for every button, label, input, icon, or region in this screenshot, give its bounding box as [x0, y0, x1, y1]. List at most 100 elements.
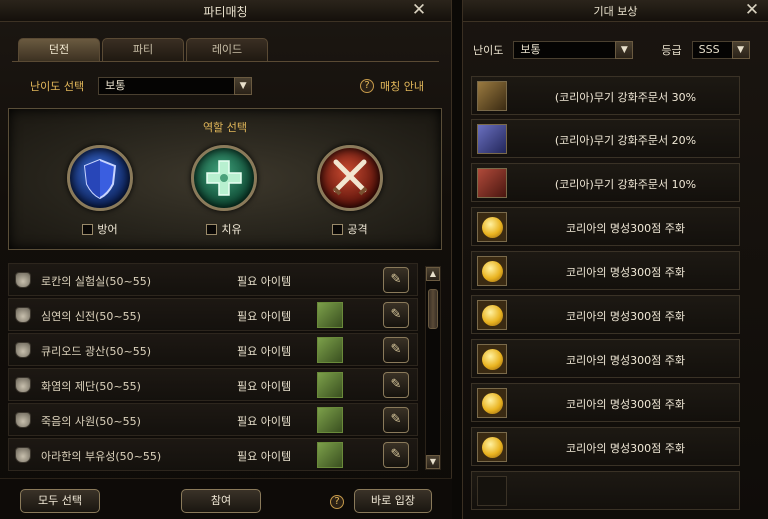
reward-row[interactable]: 코리아의 명성300점 주화: [471, 207, 740, 246]
role-defense[interactable]: 방어: [65, 145, 135, 237]
tab-party[interactable]: 파티: [102, 38, 184, 62]
pouch-icon: [15, 307, 31, 323]
pouch-icon: [15, 272, 31, 288]
gold-coin-icon[interactable]: [477, 256, 507, 286]
required-item-icon[interactable]: [317, 302, 343, 328]
reward-name: (코리아)무기 강화주문서 20%: [554, 134, 697, 147]
pouch-icon: [15, 342, 31, 358]
chevron-down-icon[interactable]: ▼: [615, 41, 634, 59]
required-item-icon[interactable]: [317, 372, 343, 398]
help-icon[interactable]: ?: [360, 79, 374, 93]
reward-row[interactable]: (코리아)무기 강화주문서 20%: [471, 119, 740, 158]
match-guide-label[interactable]: 매칭 안내: [380, 78, 424, 94]
party-window-title: 파티매칭: [203, 5, 248, 19]
dungeon-row[interactable]: 로칸의 실험실(50~55) 필요 아이템 ✎: [8, 263, 418, 296]
pouch-icon: [15, 377, 31, 393]
join-button[interactable]: 참여: [181, 489, 261, 513]
required-item-icon[interactable]: [317, 407, 343, 433]
required-item-label: 필요 아이템: [237, 275, 292, 288]
dungeon-row[interactable]: 화염의 제단(50~55) 필요 아이템 ✎: [8, 368, 418, 401]
defense-checkbox[interactable]: [82, 223, 94, 235]
tab-raid[interactable]: 레이드: [186, 38, 268, 62]
gold-coin-icon[interactable]: [477, 212, 507, 242]
tab-divider: [12, 61, 439, 62]
dungeon-info-button[interactable]: ✎: [383, 302, 409, 328]
heal-checkbox[interactable]: [206, 223, 218, 235]
role-heal[interactable]: 치유: [189, 145, 259, 237]
party-window-close-icon[interactable]: ✕: [410, 0, 428, 20]
party-window-titlebar[interactable]: 파티매칭 ✕: [0, 0, 451, 22]
reward-window-close-icon[interactable]: ✕: [743, 0, 761, 20]
gold-scroll-icon[interactable]: [477, 81, 507, 111]
help-icon[interactable]: ?: [330, 495, 344, 509]
difficulty-value: 보통: [105, 79, 126, 92]
blue-scroll-icon[interactable]: [477, 124, 507, 154]
pouch-icon: [15, 447, 31, 463]
difficulty-select[interactable]: 보통 ▼: [98, 77, 253, 95]
reward-row[interactable]: 코리아의 명성300점 주화: [471, 295, 740, 334]
grade-select[interactable]: SSS ▼: [691, 41, 750, 59]
dungeon-row[interactable]: 죽음의 사원(50~55) 필요 아이템 ✎: [8, 403, 418, 436]
scroll-down-icon[interactable]: ▼: [426, 455, 440, 469]
shield-icon[interactable]: [67, 145, 133, 211]
required-item-label: 필요 아이템: [237, 380, 292, 393]
dungeon-name: 큐리오드 광산(50~55): [41, 345, 152, 358]
dungeon-row[interactable]: 아라한의 부유성(50~55) 필요 아이템 ✎: [8, 438, 418, 471]
scroll-thumb[interactable]: [428, 289, 438, 329]
reward-name: 코리아의 명성300점 주화: [565, 222, 686, 235]
gold-coin-icon[interactable]: [477, 432, 507, 462]
reward-row[interactable]: 코리아의 명성300점 주화: [471, 339, 740, 378]
reward-difficulty-select[interactable]: 보통 ▼: [513, 41, 634, 59]
reward-row[interactable]: 코리아의 명성300점 주화: [471, 251, 740, 290]
reward-window-titlebar[interactable]: 기대 보상 ✕: [463, 0, 768, 22]
dungeon-info-button[interactable]: ✎: [383, 337, 409, 363]
dungeon-info-button[interactable]: ✎: [383, 267, 409, 293]
match-guide[interactable]: ? 매칭 안내: [360, 78, 424, 94]
reward-difficulty-label: 난이도: [473, 44, 504, 57]
grade-label: 등급: [661, 44, 682, 57]
dungeon-row[interactable]: 심연의 신전(50~55) 필요 아이템 ✎: [8, 298, 418, 331]
dungeon-info-button[interactable]: ✎: [383, 442, 409, 468]
role-attack-label: 공격: [347, 223, 368, 236]
attack-checkbox[interactable]: [332, 223, 344, 235]
dungeon-name: 죽음의 사원(50~55): [41, 415, 141, 428]
red-scroll-icon[interactable]: [477, 168, 507, 198]
gold-coin-icon[interactable]: [477, 300, 507, 330]
required-item-label: 필요 아이템: [237, 345, 292, 358]
dungeon-info-button[interactable]: ✎: [383, 407, 409, 433]
reward-row[interactable]: (코리아)무기 강화주문서 30%: [471, 76, 740, 115]
reward-filter-row: 난이도 보통 ▼ 등급 SSS ▼: [473, 41, 750, 59]
reward-name: (코리아)무기 강화주문서 10%: [554, 178, 697, 191]
dungeon-name: 심연의 신전(50~55): [41, 310, 141, 323]
required-item-label: 필요 아이템: [237, 310, 292, 323]
crossed-swords-icon[interactable]: [317, 145, 383, 211]
dungeon-info-button[interactable]: ✎: [383, 372, 409, 398]
dungeon-row[interactable]: 큐리오드 광산(50~55) 필요 아이템 ✎: [8, 333, 418, 366]
chevron-down-icon[interactable]: ▼: [234, 77, 253, 95]
gold-coin-icon[interactable]: [477, 388, 507, 418]
reward-name: 코리아의 명성300점 주화: [565, 442, 686, 455]
expected-reward-window: 기대 보상 ✕ 난이도 보통 ▼ 등급 SSS ▼ (코리아)무기 강화주문서 …: [462, 0, 768, 519]
required-item-icon[interactable]: [317, 337, 343, 363]
reward-name: 코리아의 명성300점 주화: [565, 310, 686, 323]
gold-coin-icon[interactable]: [477, 344, 507, 374]
dungeon-list-scrollbar[interactable]: ▲ ▼: [425, 266, 441, 470]
reward-name: (코리아)무기 강화주문서 30%: [554, 91, 697, 104]
scroll-up-icon[interactable]: ▲: [426, 267, 440, 281]
reward-row[interactable]: (코리아)무기 강화주문서 10%: [471, 163, 740, 202]
dungeon-name: 아라한의 부유성(50~55): [41, 450, 162, 463]
grade-value: SSS: [698, 43, 720, 56]
enter-now-button[interactable]: 바로 입장: [354, 489, 432, 513]
reward-row[interactable]: 코리아의 명성300점 주화: [471, 427, 740, 466]
required-item-icon[interactable]: [317, 442, 343, 468]
tab-dungeon[interactable]: 던전: [18, 38, 100, 62]
chevron-down-icon[interactable]: ▼: [731, 41, 750, 59]
reward-row[interactable]: 코리아의 명성300점 주화: [471, 383, 740, 422]
dungeon-name: 화염의 제단(50~55): [41, 380, 141, 393]
heal-cross-icon[interactable]: [191, 145, 257, 211]
role-attack[interactable]: 공격: [315, 145, 385, 237]
empty-slot-icon: [477, 476, 507, 506]
reward-name: 코리아의 명성300점 주화: [565, 266, 686, 279]
role-selection-panel: 역할 선택 방어 치유 공격: [8, 108, 442, 250]
select-all-button[interactable]: 모두 선택: [20, 489, 100, 513]
